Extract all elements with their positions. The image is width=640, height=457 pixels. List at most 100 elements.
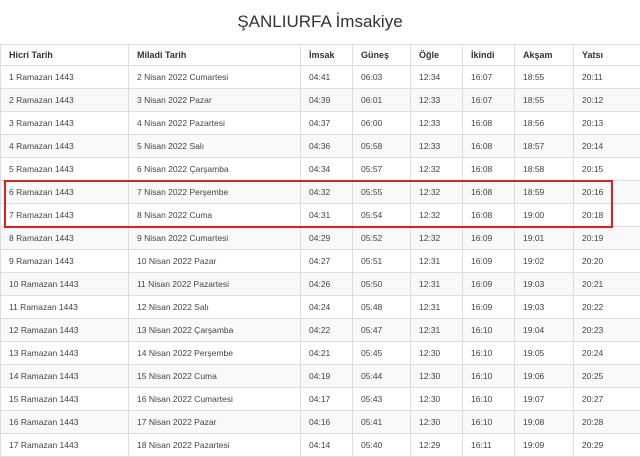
cell-ikindi: 16:10 — [463, 388, 515, 411]
cell-ogle: 12:33 — [411, 89, 463, 112]
cell-yatsi: 20:22 — [574, 296, 640, 319]
table-row: 8 Ramazan 14439 Nisan 2022 Cumartesi04:2… — [1, 227, 640, 250]
header-imsak: İmsak — [301, 45, 353, 66]
cell-gunes: 05:52 — [353, 227, 411, 250]
cell-yatsi: 20:23 — [574, 319, 640, 342]
cell-ogle: 12:30 — [411, 411, 463, 434]
cell-hicri-tarih: 4 Ramazan 1443 — [1, 135, 129, 158]
imsakiye-table: Hicri Tarih Miladi Tarih İmsak Güneş Öğl… — [0, 44, 640, 457]
table-row: 16 Ramazan 144317 Nisan 2022 Pazar04:160… — [1, 411, 640, 434]
cell-hicri-tarih: 5 Ramazan 1443 — [1, 158, 129, 181]
cell-ogle: 12:32 — [411, 227, 463, 250]
cell-ogle: 12:31 — [411, 296, 463, 319]
cell-aksam: 18:58 — [515, 158, 574, 181]
header-ikindi: İkindi — [463, 45, 515, 66]
cell-gunes: 05:58 — [353, 135, 411, 158]
cell-hicri-tarih: 14 Ramazan 1443 — [1, 365, 129, 388]
cell-ogle: 12:33 — [411, 135, 463, 158]
cell-gunes: 05:48 — [353, 296, 411, 319]
table-header-row: Hicri Tarih Miladi Tarih İmsak Güneş Öğl… — [1, 45, 640, 66]
cell-gunes: 05:57 — [353, 158, 411, 181]
table-row: 10 Ramazan 144311 Nisan 2022 Pazartesi04… — [1, 273, 640, 296]
cell-miladi-tarih: 4 Nisan 2022 Pazartesi — [129, 112, 301, 135]
cell-hicri-tarih: 16 Ramazan 1443 — [1, 411, 129, 434]
cell-yatsi: 20:24 — [574, 342, 640, 365]
cell-imsak: 04:34 — [301, 158, 353, 181]
cell-hicri-tarih: 12 Ramazan 1443 — [1, 319, 129, 342]
cell-ogle: 12:31 — [411, 273, 463, 296]
cell-gunes: 05:54 — [353, 204, 411, 227]
header-yatsi: Yatsı — [574, 45, 640, 66]
header-miladi-tarih: Miladi Tarih — [129, 45, 301, 66]
cell-yatsi: 20:19 — [574, 227, 640, 250]
cell-gunes: 05:50 — [353, 273, 411, 296]
cell-ikindi: 16:10 — [463, 365, 515, 388]
cell-gunes: 05:43 — [353, 388, 411, 411]
cell-aksam: 19:03 — [515, 273, 574, 296]
cell-hicri-tarih: 11 Ramazan 1443 — [1, 296, 129, 319]
cell-aksam: 18:55 — [515, 66, 574, 89]
cell-gunes: 06:00 — [353, 112, 411, 135]
cell-ogle: 12:31 — [411, 250, 463, 273]
table-row: 9 Ramazan 144310 Nisan 2022 Pazar04:2705… — [1, 250, 640, 273]
table-row: 12 Ramazan 144313 Nisan 2022 Çarşamba04:… — [1, 319, 640, 342]
cell-imsak: 04:41 — [301, 66, 353, 89]
cell-imsak: 04:39 — [301, 89, 353, 112]
header-gunes: Güneş — [353, 45, 411, 66]
cell-yatsi: 20:21 — [574, 273, 640, 296]
cell-imsak: 04:26 — [301, 273, 353, 296]
cell-imsak: 04:32 — [301, 181, 353, 204]
cell-aksam: 19:01 — [515, 227, 574, 250]
table-row: 13 Ramazan 144314 Nisan 2022 Perşembe04:… — [1, 342, 640, 365]
cell-aksam: 18:59 — [515, 181, 574, 204]
cell-imsak: 04:17 — [301, 388, 353, 411]
cell-imsak: 04:37 — [301, 112, 353, 135]
cell-ikindi: 16:09 — [463, 250, 515, 273]
cell-ikindi: 16:09 — [463, 273, 515, 296]
cell-hicri-tarih: 7 Ramazan 1443 — [1, 204, 129, 227]
cell-ogle: 12:32 — [411, 158, 463, 181]
cell-yatsi: 20:25 — [574, 365, 640, 388]
cell-miladi-tarih: 18 Nisan 2022 Pazartesi — [129, 434, 301, 457]
cell-aksam: 18:55 — [515, 89, 574, 112]
cell-yatsi: 20:28 — [574, 411, 640, 434]
cell-hicri-tarih: 10 Ramazan 1443 — [1, 273, 129, 296]
cell-aksam: 18:57 — [515, 135, 574, 158]
cell-aksam: 18:56 — [515, 112, 574, 135]
cell-miladi-tarih: 2 Nisan 2022 Cumartesi — [129, 66, 301, 89]
table-row: 2 Ramazan 14433 Nisan 2022 Pazar04:3906:… — [1, 89, 640, 112]
cell-imsak: 04:24 — [301, 296, 353, 319]
cell-ikindi: 16:09 — [463, 296, 515, 319]
cell-imsak: 04:31 — [301, 204, 353, 227]
cell-ikindi: 16:08 — [463, 112, 515, 135]
header-aksam: Akşam — [515, 45, 574, 66]
header-hicri-tarih: Hicri Tarih — [1, 45, 129, 66]
cell-ikindi: 16:08 — [463, 158, 515, 181]
cell-ogle: 12:34 — [411, 66, 463, 89]
cell-imsak: 04:27 — [301, 250, 353, 273]
cell-gunes: 05:47 — [353, 319, 411, 342]
cell-miladi-tarih: 15 Nisan 2022 Cuma — [129, 365, 301, 388]
table-row: 14 Ramazan 144315 Nisan 2022 Cuma04:1905… — [1, 365, 640, 388]
header-ogle: Öğle — [411, 45, 463, 66]
cell-ikindi: 16:09 — [463, 227, 515, 250]
cell-imsak: 04:14 — [301, 434, 353, 457]
cell-hicri-tarih: 13 Ramazan 1443 — [1, 342, 129, 365]
cell-miladi-tarih: 10 Nisan 2022 Pazar — [129, 250, 301, 273]
cell-hicri-tarih: 8 Ramazan 1443 — [1, 227, 129, 250]
cell-miladi-tarih: 17 Nisan 2022 Pazar — [129, 411, 301, 434]
cell-aksam: 19:09 — [515, 434, 574, 457]
cell-miladi-tarih: 8 Nisan 2022 Cuma — [129, 204, 301, 227]
cell-aksam: 19:02 — [515, 250, 574, 273]
cell-aksam: 19:08 — [515, 411, 574, 434]
cell-imsak: 04:19 — [301, 365, 353, 388]
cell-miladi-tarih: 16 Nisan 2022 Cumartesi — [129, 388, 301, 411]
table-row: 1 Ramazan 14432 Nisan 2022 Cumartesi04:4… — [1, 66, 640, 89]
cell-hicri-tarih: 1 Ramazan 1443 — [1, 66, 129, 89]
cell-yatsi: 20:20 — [574, 250, 640, 273]
table-row: 15 Ramazan 144316 Nisan 2022 Cumartesi04… — [1, 388, 640, 411]
cell-ikindi: 16:08 — [463, 204, 515, 227]
cell-yatsi: 20:29 — [574, 434, 640, 457]
cell-gunes: 05:44 — [353, 365, 411, 388]
cell-ogle: 12:32 — [411, 181, 463, 204]
